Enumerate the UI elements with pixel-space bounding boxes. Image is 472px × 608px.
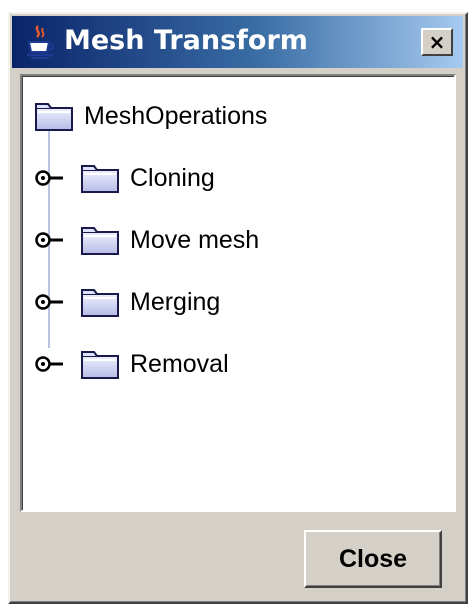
tree-item-label: Removal xyxy=(130,349,229,378)
collapsed-node-handle-icon[interactable] xyxy=(34,230,66,250)
tree-item-label: Move mesh xyxy=(130,225,260,254)
folder-icon xyxy=(80,348,120,380)
java-cup-icon xyxy=(27,25,54,59)
folder-icon xyxy=(80,162,120,194)
mesh-operations-tree[interactable]: MeshOperations Cloning Move mesh Merging… xyxy=(20,74,456,512)
close-glyph: × xyxy=(428,30,446,54)
tree-root-mesh-operations[interactable]: MeshOperations xyxy=(34,96,267,136)
tree-item-label: Merging xyxy=(130,287,221,316)
tree-item-cloning[interactable]: Cloning xyxy=(34,158,215,198)
folder-icon xyxy=(80,286,120,318)
collapsed-node-handle-icon[interactable] xyxy=(34,354,66,374)
button-bar: Close xyxy=(10,514,466,602)
tree-item-merging[interactable]: Merging xyxy=(34,282,220,322)
tree-root-label: MeshOperations xyxy=(84,101,268,130)
folder-icon xyxy=(80,224,120,256)
close-button[interactable]: Close xyxy=(304,530,442,588)
close-icon[interactable]: × xyxy=(421,28,453,56)
tree-item-move-mesh[interactable]: Move mesh xyxy=(34,220,259,260)
folder-icon xyxy=(34,100,74,132)
window-title: Mesh Transform xyxy=(64,25,308,56)
title-bar[interactable]: Mesh Transform × xyxy=(12,16,463,68)
collapsed-node-handle-icon[interactable] xyxy=(34,292,66,312)
tree-item-label: Cloning xyxy=(130,163,215,192)
collapsed-node-handle-icon[interactable] xyxy=(34,168,66,188)
tree-item-removal[interactable]: Removal xyxy=(34,344,229,384)
mesh-transform-dialog: Mesh Transform × MeshOperations Cloning … xyxy=(8,12,468,604)
